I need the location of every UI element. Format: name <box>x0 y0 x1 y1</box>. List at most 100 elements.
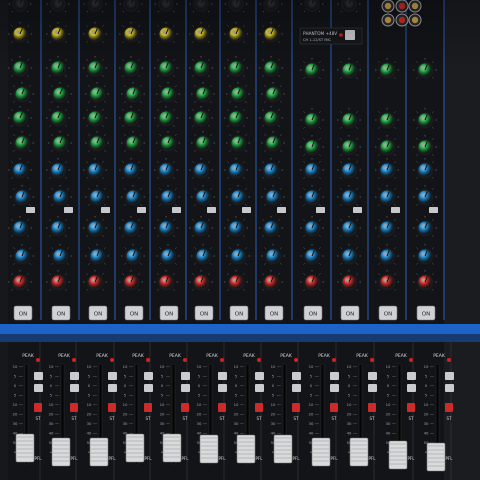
group-button[interactable] <box>108 384 117 392</box>
fader-cap[interactable] <box>388 440 408 470</box>
pre-switch[interactable] <box>277 207 286 213</box>
on-button[interactable]: ON <box>303 305 323 321</box>
st-assign-button[interactable] <box>292 372 301 380</box>
group-button[interactable] <box>407 384 416 392</box>
pfl-button[interactable] <box>407 403 415 412</box>
pfl-button[interactable] <box>330 403 338 412</box>
st-assign-button[interactable] <box>368 372 377 380</box>
group-button[interactable] <box>144 384 153 392</box>
pre-switch[interactable] <box>391 207 400 213</box>
channel-fader[interactable] <box>236 434 256 464</box>
group-button[interactable] <box>368 384 377 392</box>
pfl-button[interactable] <box>445 403 453 412</box>
st-assign-button[interactable] <box>330 372 339 380</box>
fader-scale-label: 10 <box>234 364 239 369</box>
st-assign-button[interactable] <box>144 372 153 380</box>
fader-scale-label: 30 <box>87 421 92 426</box>
pfl-button[interactable] <box>292 403 300 412</box>
pfl-button[interactable] <box>181 403 189 412</box>
st-assign-button[interactable] <box>407 372 416 380</box>
peak-led <box>447 358 451 362</box>
channel-fader[interactable] <box>426 442 446 472</box>
st-label: ST <box>370 416 376 421</box>
pfl-button[interactable] <box>144 403 152 412</box>
st-assign-button[interactable] <box>445 372 454 380</box>
pfl-button[interactable] <box>368 403 376 412</box>
channel-fader[interactable] <box>273 434 293 464</box>
channel-fader[interactable] <box>349 437 369 467</box>
fader-scale-label: 20 <box>13 412 18 417</box>
fader-cap[interactable] <box>236 434 256 464</box>
on-button[interactable]: ON <box>51 305 71 321</box>
group-button[interactable] <box>218 384 227 392</box>
on-button[interactable]: ON <box>13 305 33 321</box>
channel-fader[interactable] <box>311 437 331 467</box>
fader-cap[interactable] <box>199 434 219 464</box>
pfl-button[interactable] <box>218 403 226 412</box>
group-button[interactable] <box>445 384 454 392</box>
fader-cap[interactable] <box>162 433 182 463</box>
pfl-label: PFL <box>293 456 301 461</box>
channel-fader[interactable] <box>199 434 219 464</box>
on-button[interactable]: ON <box>416 305 436 321</box>
fader-cap[interactable] <box>426 442 446 472</box>
pre-switch[interactable] <box>172 207 181 213</box>
on-button[interactable]: ON <box>264 305 284 321</box>
pfl-button[interactable] <box>34 403 42 412</box>
pre-switch[interactable] <box>207 207 216 213</box>
on-button[interactable]: ON <box>88 305 108 321</box>
fader-scale-label: 30 <box>234 421 239 426</box>
group-button[interactable] <box>70 384 79 392</box>
st-assign-button[interactable] <box>218 372 227 380</box>
fader-scale-label: 10 <box>271 364 276 369</box>
fader-scale-label: 10 <box>386 402 391 407</box>
pfl-button[interactable] <box>70 403 78 412</box>
on-button[interactable]: ON <box>340 305 360 321</box>
st-assign-button[interactable] <box>34 372 43 380</box>
fader-cap[interactable] <box>349 437 369 467</box>
on-button[interactable]: ON <box>378 305 398 321</box>
fader-cap[interactable] <box>125 433 145 463</box>
group-button[interactable] <box>330 384 339 392</box>
channel-fader[interactable] <box>388 440 408 470</box>
channel-fader[interactable] <box>125 433 145 463</box>
on-button[interactable]: ON <box>124 305 144 321</box>
pre-switch[interactable] <box>137 207 146 213</box>
on-button[interactable]: ON <box>159 305 179 321</box>
pfl-button[interactable] <box>108 403 116 412</box>
pre-switch[interactable] <box>101 207 110 213</box>
fader-scale-label: 10 <box>123 402 128 407</box>
fader-cap[interactable] <box>311 437 331 467</box>
pre-switch[interactable] <box>316 207 325 213</box>
on-button[interactable]: ON <box>194 305 214 321</box>
st-assign-button[interactable] <box>255 372 264 380</box>
channel-fader[interactable] <box>162 433 182 463</box>
fader-cap[interactable] <box>51 437 71 467</box>
on-button-label: ON <box>165 312 173 318</box>
fader-cap[interactable] <box>273 434 293 464</box>
st-assign-button[interactable] <box>70 372 79 380</box>
pre-switch[interactable] <box>353 207 362 213</box>
fader-cap[interactable] <box>89 437 109 467</box>
pre-switch[interactable] <box>429 207 438 213</box>
channel-fader[interactable] <box>51 437 71 467</box>
group-button[interactable] <box>181 384 190 392</box>
pre-switch[interactable] <box>242 207 251 213</box>
st-assign-button[interactable] <box>108 372 117 380</box>
phantom-switch[interactable] <box>345 30 355 40</box>
fader-cap[interactable] <box>15 433 35 463</box>
fader-scale-label: 10 <box>13 364 18 369</box>
pre-switch[interactable] <box>64 207 73 213</box>
channel-fader[interactable] <box>15 433 35 463</box>
group-button[interactable] <box>292 384 301 392</box>
group-button[interactable] <box>255 384 264 392</box>
group-button[interactable] <box>34 384 43 392</box>
peak-led <box>370 358 374 362</box>
peak-label: PEAK <box>280 353 293 359</box>
fader-scale-label: 30 <box>309 421 314 426</box>
pfl-button[interactable] <box>255 403 263 412</box>
channel-fader[interactable] <box>89 437 109 467</box>
on-button[interactable]: ON <box>229 305 249 321</box>
pre-switch[interactable] <box>26 207 35 213</box>
st-assign-button[interactable] <box>181 372 190 380</box>
